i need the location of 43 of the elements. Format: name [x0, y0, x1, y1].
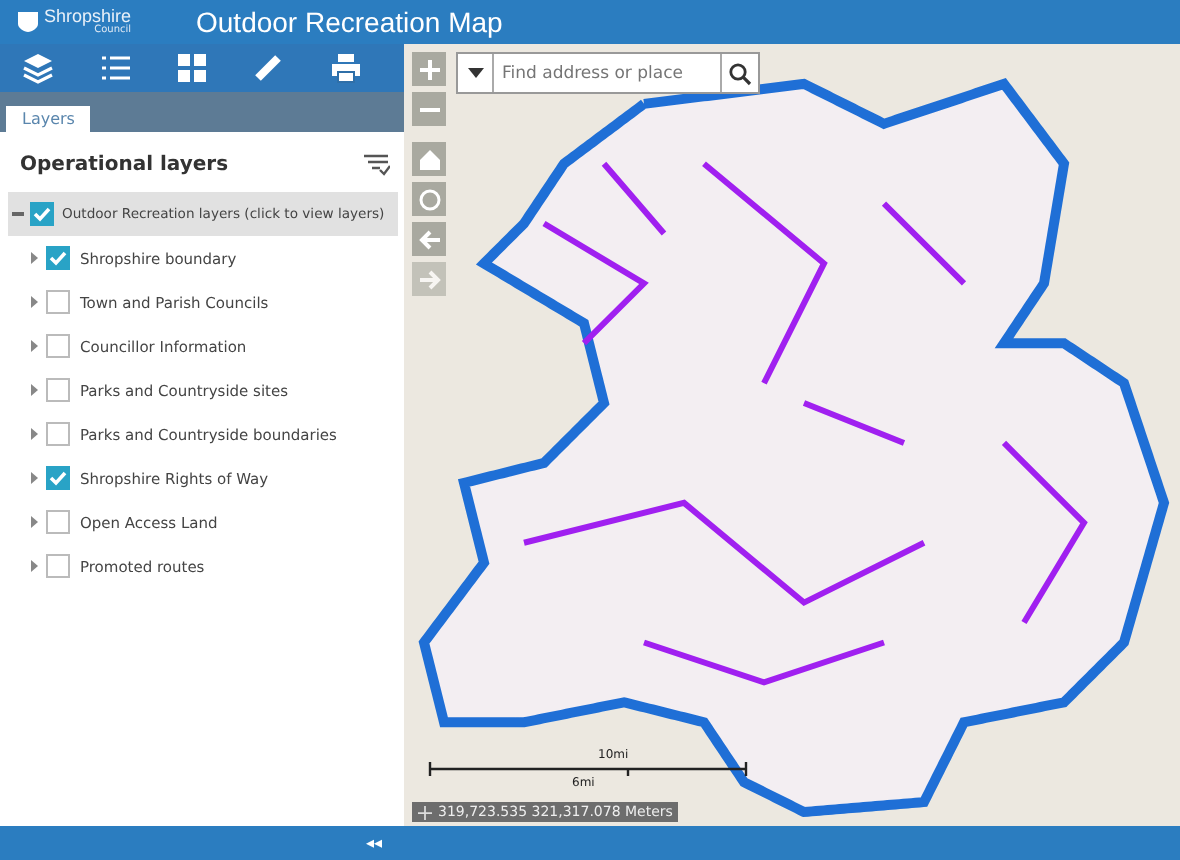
- expand-arrow-icon[interactable]: [28, 516, 40, 528]
- panel-heading: Operational layers: [20, 153, 229, 175]
- filter-list-icon[interactable]: [362, 152, 390, 176]
- checkbox[interactable]: [46, 554, 70, 578]
- expand-arrow-icon[interactable]: [28, 252, 40, 264]
- target-icon: [417, 187, 441, 211]
- crest-icon: [16, 10, 40, 34]
- home-button[interactable]: [412, 142, 446, 176]
- logo-text: Shropshire: [44, 8, 132, 26]
- checkbox[interactable]: [46, 510, 70, 534]
- checkbox[interactable]: [46, 334, 70, 358]
- collapse-icon[interactable]: [12, 208, 24, 220]
- plus-icon: [417, 57, 441, 81]
- expand-arrow-icon[interactable]: [28, 296, 40, 308]
- checkbox[interactable]: [46, 246, 70, 270]
- home-icon: [417, 147, 441, 171]
- expand-arrow-icon[interactable]: [28, 472, 40, 484]
- collapse-panel-button[interactable]: ◂◂: [366, 834, 383, 852]
- locate-button[interactable]: [412, 182, 446, 216]
- zoom-in-button[interactable]: [412, 52, 446, 86]
- layers-tab[interactable]: Layers: [6, 106, 91, 132]
- back-button[interactable]: [412, 222, 446, 256]
- zoom-out-button[interactable]: [412, 92, 446, 126]
- right-arrow-icon: [417, 267, 441, 291]
- checkbox[interactable]: [30, 202, 54, 226]
- expand-arrow-icon[interactable]: [28, 560, 40, 572]
- layers-icon[interactable]: [22, 52, 55, 84]
- checkbox[interactable]: [46, 290, 70, 314]
- list-icon[interactable]: [99, 52, 132, 84]
- search-icon: [728, 61, 752, 85]
- app-title: Outdoor Recreation Map: [196, 6, 503, 38]
- printer-icon[interactable]: [329, 52, 362, 84]
- search-bar[interactable]: Find address or place: [456, 52, 760, 94]
- plus-icon: [418, 805, 432, 819]
- grid-icon[interactable]: [175, 52, 208, 84]
- left-arrow-icon: [417, 227, 441, 251]
- checkbox[interactable]: [46, 422, 70, 446]
- expand-arrow-icon[interactable]: [28, 340, 40, 352]
- ruler-icon[interactable]: [252, 52, 285, 84]
- checkbox[interactable]: [46, 378, 70, 402]
- expand-arrow-icon[interactable]: [28, 428, 40, 440]
- expand-arrow-icon[interactable]: [28, 384, 40, 396]
- checkbox[interactable]: [46, 466, 70, 490]
